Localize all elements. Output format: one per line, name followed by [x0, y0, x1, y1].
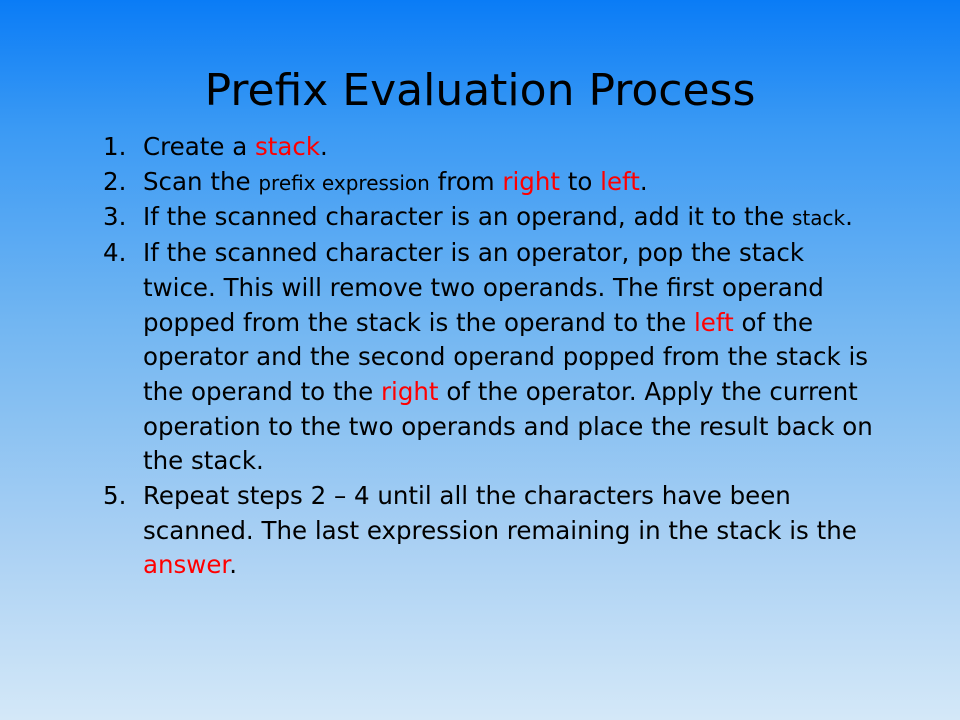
step-number: 5. — [103, 481, 127, 511]
step-3: 3. If the scanned character is an operan… — [103, 200, 873, 236]
steps-list: 1. Create a stack. 2. Scan the prefix ex… — [103, 130, 873, 583]
step-text-part: . — [845, 202, 853, 232]
step-text-part: . — [229, 550, 238, 580]
step-text: Scan the prefix expression from right to… — [143, 165, 873, 201]
step-2: 2. Scan the prefix expression from right… — [103, 165, 873, 201]
small-term: prefix expression — [258, 170, 430, 195]
step-text-part: Create a — [143, 132, 255, 161]
step-4: 4. If the scanned character is an operat… — [103, 236, 873, 479]
highlight-term: left — [694, 307, 734, 337]
step-number: 2. — [103, 166, 127, 196]
highlight-term: stack — [255, 132, 321, 161]
step-1: 1. Create a stack. — [103, 130, 873, 165]
step-text: Create a stack. — [143, 130, 873, 165]
step-text-part: . — [320, 132, 328, 161]
highlight-term: right — [502, 166, 560, 196]
step-text-part: Scan the — [143, 166, 259, 196]
highlight-term: left — [600, 166, 640, 196]
step-text-part: to — [560, 166, 601, 196]
step-text: Repeat steps 2 – 4 until all the charact… — [143, 479, 873, 583]
small-term: stack — [792, 206, 846, 231]
step-text-part: . — [639, 166, 648, 196]
step-number: 1. — [103, 132, 127, 161]
step-5: 5. Repeat steps 2 – 4 until all the char… — [103, 479, 873, 583]
step-text-part: Repeat steps 2 – 4 until all the charact… — [143, 481, 857, 545]
step-number: 4. — [103, 238, 127, 268]
step-text: If the scanned character is an operand, … — [143, 200, 873, 236]
step-text-part: If the scanned character is an operand, … — [143, 202, 792, 232]
step-number: 3. — [103, 202, 127, 232]
step-text-part: from — [429, 166, 503, 196]
step-text: If the scanned character is an operator,… — [143, 236, 873, 479]
highlight-term: right — [380, 376, 439, 406]
slide: Prefix Evaluation Process 1. Create a st… — [0, 0, 960, 720]
highlight-term: answer — [143, 550, 230, 580]
slide-title: Prefix Evaluation Process — [204, 65, 756, 116]
